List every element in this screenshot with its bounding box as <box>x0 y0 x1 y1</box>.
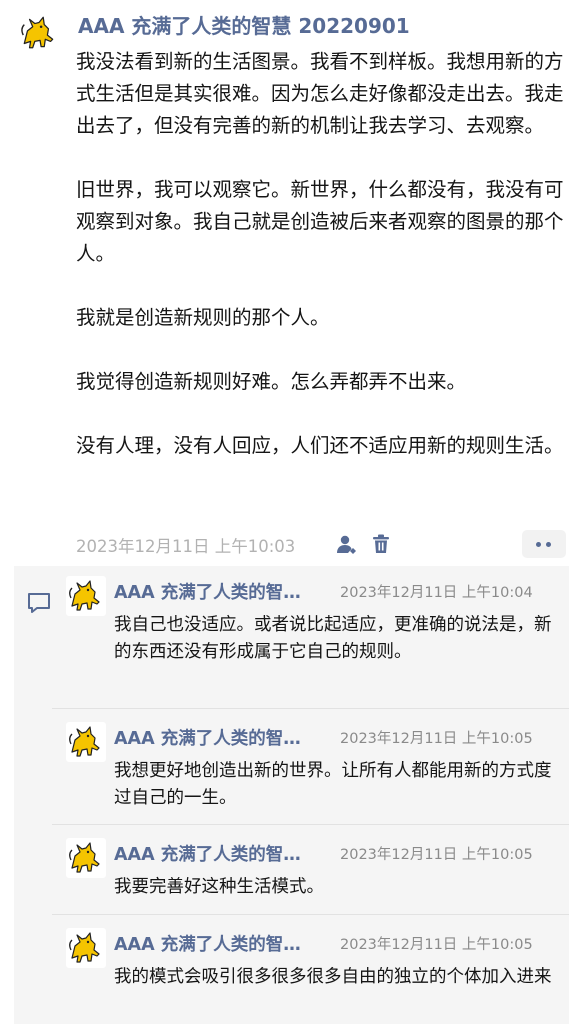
commenter-avatar[interactable] <box>66 722 106 762</box>
comment-timestamp: 2023年12月11日 上午10:05 <box>340 847 533 863</box>
person-icon[interactable] <box>334 532 358 556</box>
commenter-name[interactable]: AAA 充满了人类的智… <box>114 931 332 956</box>
author-avatar[interactable] <box>18 12 60 54</box>
commenter-avatar[interactable] <box>66 838 106 878</box>
post-paragraph: 我觉得创造新规则好难。怎么弄都弄不出来。 <box>76 370 467 393</box>
post-paragraph: 旧世界，我可以观察它。新世界，什么都没有，我没有可观察到对象。我自己就是创造被后… <box>76 178 564 265</box>
comment-text: 我自己也没适应。或者说比起适应，更准确的说法是，新的东西还没有形成属于它自己的规… <box>114 615 552 662</box>
comment-timestamp: 2023年12月11日 上午10:05 <box>340 731 533 747</box>
post-paragraph: 我没法看到新的生活图景。我看不到样板。我想用新的方式生活但是其实很难。因为怎么走… <box>76 50 564 137</box>
post-timestamp: 2023年12月11日 上午10:03 <box>76 537 296 556</box>
comment-text: 我想更好地创造出新的世界。让所有人都能用新的方式度过自己的一生。 <box>114 761 552 808</box>
divider <box>52 708 569 709</box>
comment-item[interactable]: AAA 充满了人类的智… 2023年12月11日 上午10:05 我要完善好这种… <box>14 828 569 914</box>
comment-text: 我的模式会吸引很多很多很多自由的独立的个体加入进来 <box>114 967 552 987</box>
comment-timestamp: 2023年12月11日 上午10:04 <box>340 585 533 601</box>
post-paragraph: 我就是创造新规则的那个人。 <box>76 306 330 329</box>
cat-avatar-icon <box>69 580 100 611</box>
comment-item[interactable]: AAA 充满了人类的智… 2023年12月11日 上午10:04 我自己也没适应… <box>14 566 569 708</box>
commenter-avatar[interactable] <box>66 576 106 616</box>
cat-avatar-icon <box>69 842 100 873</box>
comments-section: AAA 充满了人类的智… 2023年12月11日 上午10:04 我自己也没适应… <box>14 566 569 1024</box>
divider <box>52 914 569 915</box>
more-dot <box>546 542 551 547</box>
commenter-name[interactable]: AAA 充满了人类的智… <box>114 725 332 750</box>
more-options-button[interactable] <box>522 530 566 558</box>
comment-text: 我要完善好这种生活模式。 <box>114 877 324 897</box>
comment-timestamp: 2023年12月11日 上午10:05 <box>340 937 533 953</box>
commenter-name[interactable]: AAA 充满了人类的智… <box>114 579 332 604</box>
trash-icon[interactable] <box>369 532 393 556</box>
comment-item[interactable]: AAA 充满了人类的智… 2023年12月11日 上午10:05 我想更好地创造… <box>14 712 569 824</box>
commenter-name[interactable]: AAA 充满了人类的智… <box>114 841 332 866</box>
post-paragraph: 没有人理，没有人回应，人们还不适应用新的规则生活。 <box>76 434 564 457</box>
cat-avatar-icon <box>69 726 100 757</box>
post-content: 我没法看到新的生活图景。我看不到样板。我想用新的方式生活但是其实很难。因为怎么走… <box>76 46 570 462</box>
cat-avatar-icon <box>21 16 54 49</box>
post-author-name[interactable]: AAA 充满了人类的智慧 20220901 <box>78 10 410 39</box>
divider <box>52 824 569 825</box>
more-dot <box>536 542 541 547</box>
comment-item[interactable]: AAA 充满了人类的智… 2023年12月11日 上午10:05 我的模式会吸引… <box>14 918 569 1024</box>
cat-avatar-icon <box>69 932 100 963</box>
commenter-avatar[interactable] <box>66 928 106 968</box>
post-meta: 2023年12月11日 上午10:03 <box>76 530 570 558</box>
